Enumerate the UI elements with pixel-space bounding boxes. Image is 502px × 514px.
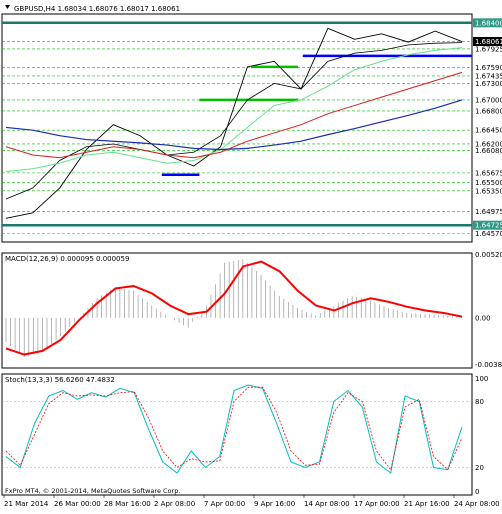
price-y-tick: 1.64570 — [475, 230, 502, 238]
ma-black-line — [5, 42, 463, 200]
price-tag-text: 1.68061 — [475, 38, 502, 46]
macd-panel — [1, 252, 473, 369]
macd-y-tick: -0.003812 — [475, 361, 502, 369]
x-tick-label: 9 Apr 16:00 — [254, 500, 295, 508]
ma-red-line — [5, 71, 463, 159]
price-y-tick: 1.67590 — [475, 64, 502, 72]
price-y-tick: 1.67925 — [475, 45, 502, 53]
stoch-signal-line — [5, 386, 463, 471]
x-tick-label: 7 Apr 00:00 — [204, 500, 245, 508]
price-y-tick: 1.65500 — [475, 179, 502, 187]
price-y-tick: 1.65675 — [475, 169, 502, 177]
level-tag-text: 1.64725 — [475, 222, 502, 230]
x-tick-label: 26 Mar 00:00 — [54, 500, 101, 508]
stoch-title: Stoch(13,3,3) 56.6260 47.4832 — [5, 376, 115, 384]
macd-title: MACD(12,26,9) 0.000095 0.000059 — [5, 255, 129, 263]
price-panel — [1, 13, 473, 243]
symbol-header: GBPUSD,H4 1.68034 1.68076 1.68017 1.6806… — [14, 5, 180, 13]
x-tick-label: 21 Apr 16:00 — [404, 500, 450, 508]
x-tick-label: 24 Apr 08:00 — [454, 500, 500, 508]
price-y-tick: 1.67300 — [475, 80, 502, 88]
macd-y-tick: 0.00 — [475, 314, 491, 322]
stoch-y-tick: 20 — [475, 464, 484, 472]
level-tag-text: 1.68400 — [475, 19, 502, 27]
stoch-y-tick: 0 — [475, 488, 479, 496]
stoch-main-line — [5, 384, 463, 474]
x-tick-label: 17 Apr 00:00 — [354, 500, 400, 508]
price-y-tick: 1.67000 — [475, 96, 502, 104]
x-tick-label: 14 Apr 08:00 — [304, 500, 350, 508]
stoch-y-tick: 80 — [475, 398, 484, 406]
x-tick-label: 28 Mar 16:00 — [104, 500, 151, 508]
copyright-text: FxPro MT4, © 2001-2014, MetaQuotes Softw… — [5, 487, 180, 495]
price-y-tick: 1.64975 — [475, 208, 502, 216]
stoch-y-tick: 100 — [475, 375, 488, 383]
chart-svg: 1.684001.680611.679251.675901.674351.673… — [1, 5, 502, 508]
price-y-tick: 1.66800 — [475, 107, 502, 115]
collapse-arrow-icon — [5, 5, 10, 9]
price-y-tick: 1.66450 — [475, 127, 502, 135]
macd-y-tick: 0.005208 — [475, 251, 502, 259]
x-tick-label: 2 Apr 08:00 — [154, 500, 195, 508]
stoch-panel — [1, 373, 473, 496]
x-tick-label: 21 Mar 2014 — [4, 500, 49, 508]
price-y-tick: 1.66080 — [475, 147, 502, 155]
chart-window: 1.684001.680611.679251.675901.674351.673… — [0, 0, 502, 510]
price-y-tick: 1.65350 — [475, 187, 502, 195]
